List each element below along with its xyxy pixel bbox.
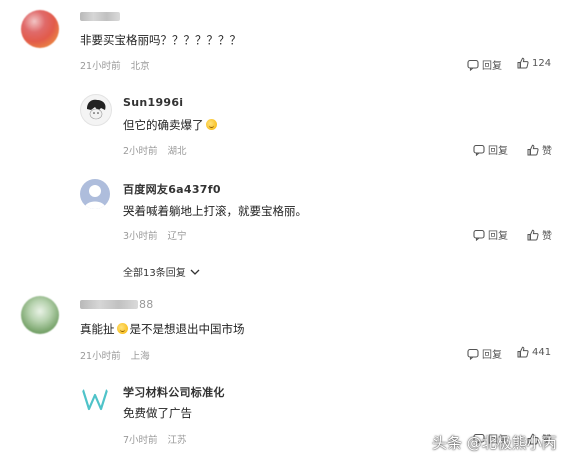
comment-meta: 3小时前 辽宁: [123, 228, 197, 242]
reply-icon: [473, 144, 485, 156]
emoji-icon: [205, 119, 217, 130]
comment-text: 免费做了广告: [123, 406, 192, 420]
comment-text: 非要买宝格丽吗？？？？？？？: [80, 33, 241, 47]
comment-text: 真能扯 是不是想退出中国市场: [80, 322, 245, 336]
avatar[interactable]: [80, 94, 112, 126]
avatar[interactable]: [80, 179, 110, 209]
username[interactable]: Sun1996i: [123, 96, 183, 109]
comment-time: 21小时前: [80, 351, 121, 362]
comment-location: 江苏: [167, 435, 187, 446]
comment-time: 7小时前: [123, 435, 158, 446]
comment-time: 2小时前: [123, 146, 158, 157]
comment-text: 但它的确卖爆了: [123, 118, 219, 132]
comment-location: 辽宁: [167, 231, 187, 242]
expand-replies-label: 全部13条回复: [123, 268, 186, 279]
like-button[interactable]: 赞: [527, 227, 552, 242]
thumb-up-icon: [527, 229, 539, 240]
thumb-up-icon: [517, 57, 529, 69]
comment-meta: 21小时前 北京: [80, 58, 160, 72]
like-button[interactable]: 赞: [527, 142, 552, 157]
comment-location: 湖北: [167, 146, 187, 157]
username[interactable]: 88: [139, 298, 154, 311]
reply-label: 回复: [482, 350, 502, 361]
comment-meta: 21小时前 上海: [80, 348, 160, 362]
emoji-icon: [116, 323, 128, 334]
avatar-illustration-icon: [87, 99, 106, 120]
expand-replies-button[interactable]: 全部13条回复: [123, 264, 201, 279]
comment-location: 北京: [130, 61, 150, 72]
reply-button[interactable]: 回复: [473, 142, 508, 157]
comment-text-part: 真能扯: [80, 322, 115, 336]
username[interactable]: 百度网友6a437f0: [123, 181, 221, 197]
reply-button[interactable]: 回复: [473, 227, 508, 242]
like-label: 赞: [542, 231, 552, 242]
comment-meta: 7小时前 江苏: [123, 432, 197, 446]
like-button[interactable]: 441: [517, 346, 551, 358]
username-blurred: [80, 300, 138, 309]
reply-icon: [467, 348, 479, 360]
chevron-down-icon: [190, 269, 200, 275]
w-logo-icon: [81, 388, 109, 411]
thumb-up-icon: [517, 346, 529, 358]
like-button[interactable]: 124: [517, 57, 551, 69]
avatar[interactable]: [80, 384, 110, 414]
like-count: 124: [532, 57, 552, 69]
reply-button[interactable]: 回复: [467, 57, 502, 72]
reply-icon: [473, 229, 485, 241]
like-count: 441: [532, 346, 552, 358]
default-avatar-icon: [84, 185, 106, 209]
username-blurred[interactable]: [80, 12, 120, 21]
watermark: 头条 @北极熊小丙: [432, 434, 557, 452]
thumb-up-icon: [527, 144, 539, 155]
comment-time: 21小时前: [80, 61, 121, 72]
reply-icon: [467, 59, 479, 71]
comment-meta: 2小时前 湖北: [123, 143, 197, 157]
reply-label: 回复: [482, 61, 502, 72]
comment-time: 3小时前: [123, 231, 158, 242]
reply-label: 回复: [488, 231, 508, 242]
like-label: 赞: [542, 146, 552, 157]
avatar[interactable]: [21, 10, 59, 48]
comment-text: 哭着喊着躺地上打滚，就要宝格丽。: [123, 204, 307, 218]
comment-text-part: 但它的确卖爆了: [123, 118, 204, 132]
comment-location: 上海: [130, 351, 150, 362]
reply-label: 回复: [488, 146, 508, 157]
avatar[interactable]: [21, 296, 59, 334]
comment-text-part: 是不是想退出中国市场: [129, 322, 245, 336]
username[interactable]: 学习材料公司标准化: [123, 384, 225, 400]
reply-button[interactable]: 回复: [467, 346, 502, 361]
